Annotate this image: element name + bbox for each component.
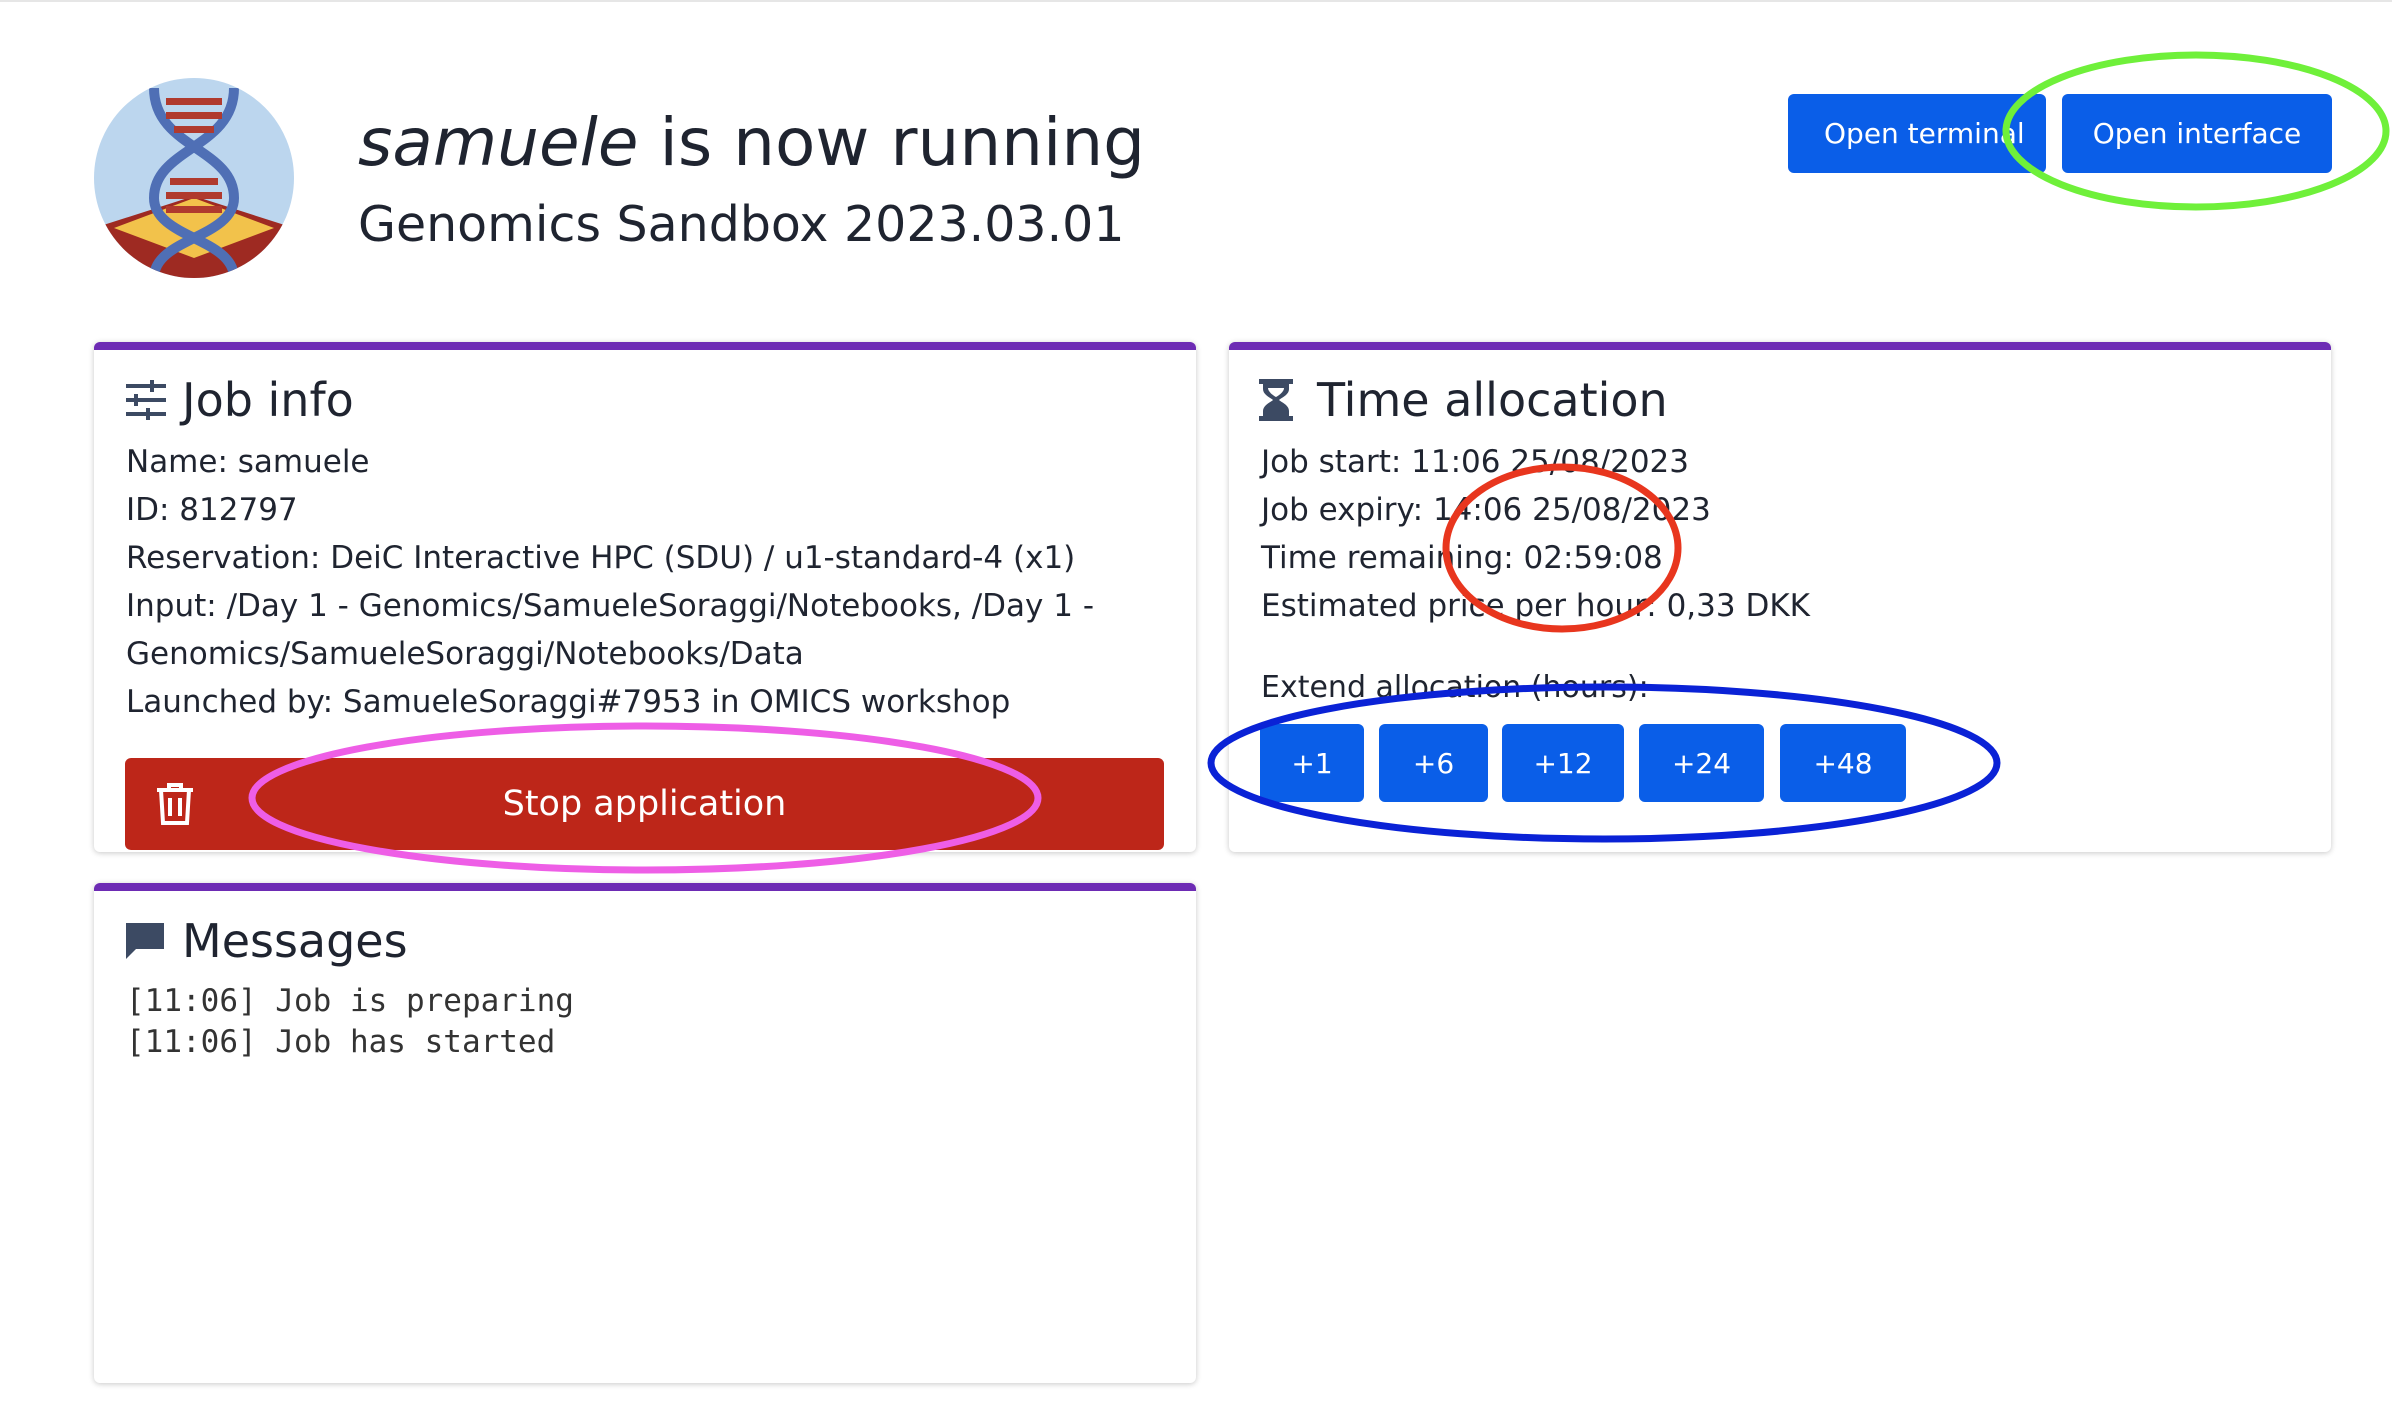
app-name: samuele xyxy=(358,104,639,181)
job-info-title: Job info xyxy=(182,373,354,427)
job-input: Input: /Day 1 - Genomics/SamueleSoraggi/… xyxy=(126,588,1095,624)
stop-application-button[interactable]: Stop application xyxy=(125,758,1164,850)
time-allocation-title: Time allocation xyxy=(1317,373,1668,427)
extend-48h-button[interactable]: +48 xyxy=(1780,724,1906,802)
job-launched-by: Launched by: SamueleSoraggi#7953 in OMIC… xyxy=(126,684,1011,720)
job-info-card: Job info Name: samuele ID: 812797 Reserv… xyxy=(94,342,1196,852)
messages-title: Messages xyxy=(182,914,408,968)
job-expiry: Job expiry: 14:06 25/08/2023 xyxy=(1261,492,1711,528)
estimated-price: Estimated price per hour: 0,33 DKK xyxy=(1261,588,1810,624)
sliders-icon xyxy=(124,378,168,422)
message-line: [11:06] Job has started xyxy=(126,1024,556,1060)
job-info-details: Name: samuele ID: 812797 Reservation: De… xyxy=(126,438,1094,726)
extend-allocation-label: Extend allocation (hours): xyxy=(1261,670,1649,705)
hourglass-icon xyxy=(1259,378,1303,422)
job-name: Name: samuele xyxy=(126,444,370,480)
job-start: Job start: 11:06 25/08/2023 xyxy=(1261,444,1690,480)
app-version-subtitle: Genomics Sandbox 2023.03.01 xyxy=(358,196,1125,253)
extend-6h-button[interactable]: +6 xyxy=(1379,724,1488,802)
open-terminal-button[interactable]: Open terminal xyxy=(1788,94,2046,173)
job-info-header: Job info xyxy=(124,370,354,430)
time-remaining: Time remaining: 02:59:08 xyxy=(1261,540,1663,576)
extend-12h-button[interactable]: +12 xyxy=(1502,724,1624,802)
top-divider xyxy=(0,0,2392,2)
messages-log: [11:06] Job is preparing [11:06] Job has… xyxy=(126,981,574,1063)
time-allocation-card: Time allocation Job start: 11:06 25/08/2… xyxy=(1229,342,2331,852)
open-interface-button[interactable]: Open interface xyxy=(2062,94,2332,173)
job-reservation: Reservation: DeiC Interactive HPC (SDU) … xyxy=(126,540,1076,576)
page-title: samuele is now running xyxy=(358,98,1145,188)
messages-card: Messages [11:06] Job is preparing [11:06… xyxy=(94,883,1196,1383)
job-id: ID: 812797 xyxy=(126,492,298,528)
running-status-text: is now running xyxy=(638,104,1146,181)
trash-icon xyxy=(157,783,193,825)
chat-icon xyxy=(124,919,168,963)
job-input-continued: Genomics/SamueleSoraggi/Notebooks/Data xyxy=(126,636,804,672)
extend-24h-button[interactable]: +24 xyxy=(1639,724,1764,802)
app-logo-icon xyxy=(94,78,294,278)
time-allocation-details: Job start: 11:06 25/08/2023 Job expiry: … xyxy=(1261,438,1810,630)
message-line: [11:06] Job is preparing xyxy=(126,983,574,1019)
messages-header: Messages xyxy=(124,911,408,971)
extend-1h-button[interactable]: +1 xyxy=(1260,724,1364,802)
stop-application-label: Stop application xyxy=(502,784,787,824)
time-allocation-header: Time allocation xyxy=(1259,370,1668,430)
